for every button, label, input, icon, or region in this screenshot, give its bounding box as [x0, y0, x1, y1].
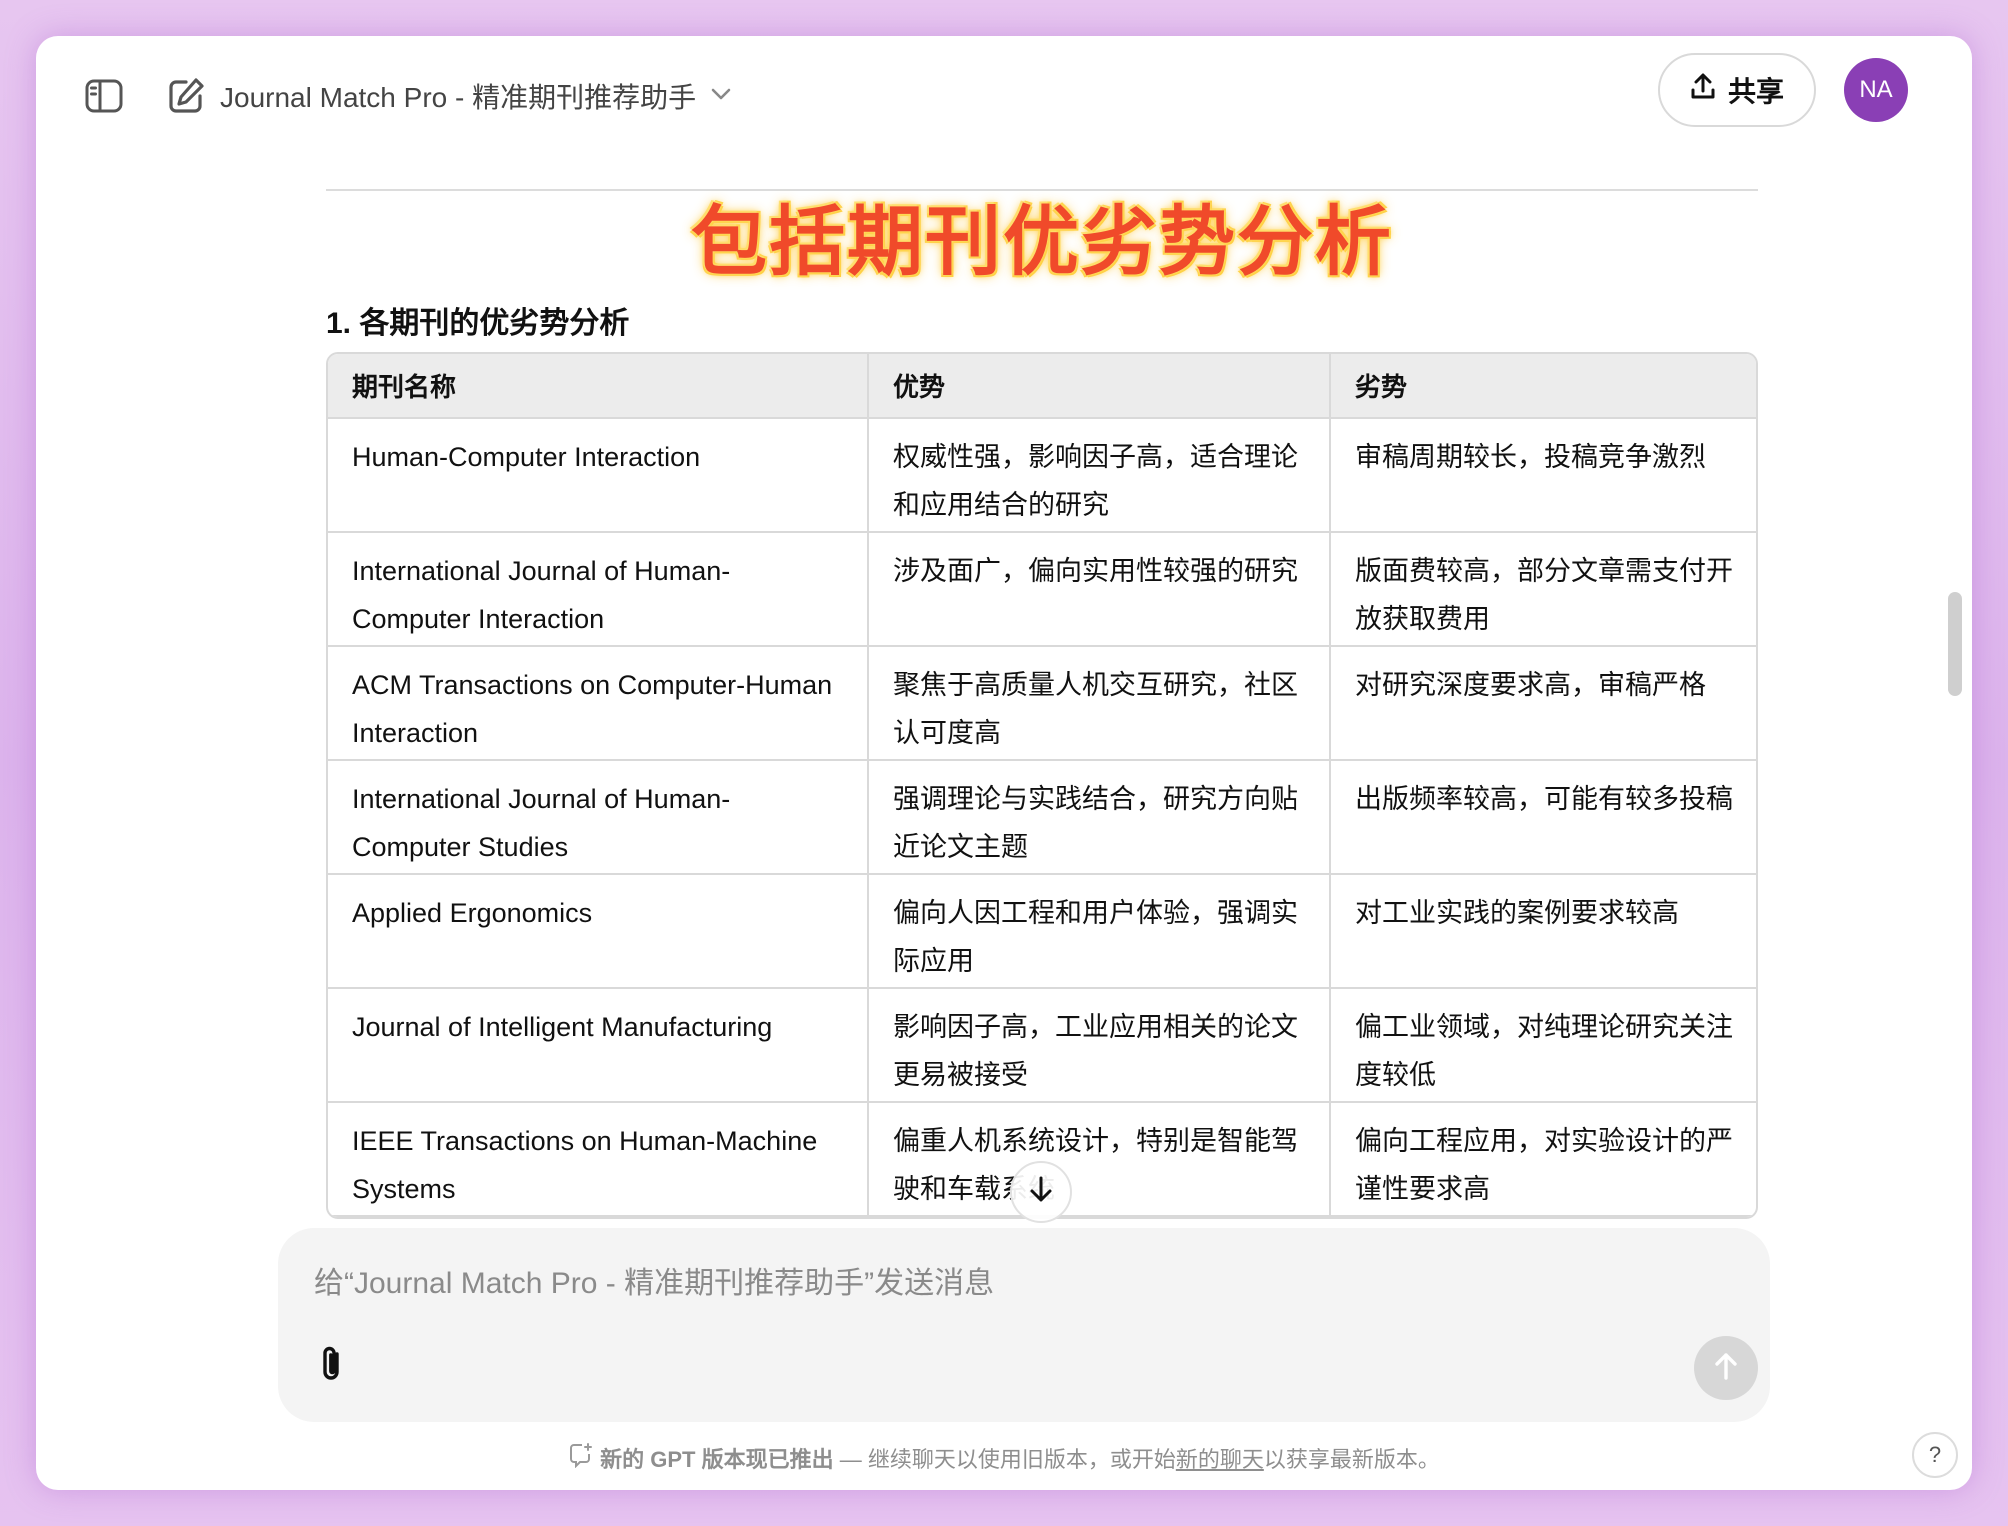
sparkle-chat-icon [568, 1442, 594, 1474]
cell-journal-name: ACM Transactions on Computer-Human Inter… [328, 646, 869, 761]
cell-advantages: 强调理论与实践结合，研究方向贴近论文主题 [868, 760, 1331, 875]
scroll-to-bottom-button[interactable] [1010, 1161, 1072, 1223]
scrollbar-thumb[interactable] [1948, 592, 1962, 696]
message-input[interactable]: 给“Journal Match Pro - 精准期刊推荐助手”发送消息 [314, 1258, 994, 1302]
cell-disadvantages: 对研究深度要求高，审稿严格 [1330, 646, 1756, 761]
help-button[interactable]: ? [1912, 1432, 1958, 1478]
cell-advantages: 偏向人因工程和用户体验，强调实际应用 [868, 874, 1331, 989]
share-button[interactable]: 共享 [1658, 53, 1816, 127]
send-button[interactable] [1694, 1336, 1758, 1400]
cell-journal-name: International Journal of Human-Computer … [328, 760, 869, 875]
header-advantages: 优势 [868, 354, 1331, 419]
message-composer[interactable]: 给“Journal Match Pro - 精准期刊推荐助手”发送消息 [278, 1228, 1770, 1422]
banner-overlay-text: 包括期刊优劣势分析 [691, 200, 1393, 285]
table-row: Applied Ergonomics 偏向人因工程和用户体验，强调实际应用 对工… [328, 874, 1756, 989]
section-heading: 1. 各期刊的优劣势分析 [326, 307, 630, 340]
app-window: Journal Match Pro - 精准期刊推荐助手 共享 NA 包括期刊优… [36, 36, 1972, 1490]
table-row: International Journal of Human-Computer … [328, 532, 1756, 647]
header-journal-name: 期刊名称 [328, 354, 869, 419]
cell-advantages: 影响因子高，工业应用相关的论文更易被接受 [868, 988, 1331, 1103]
cell-journal-name: International Journal of Human-Computer … [328, 532, 869, 647]
notice-text: — 继续聊天以使用旧版本，或开始 [833, 1447, 1176, 1472]
table-row: ACM Transactions on Computer-Human Inter… [328, 646, 1756, 761]
table-row: Journal of Intelligent Manufacturing 影响因… [328, 988, 1756, 1103]
cell-disadvantages: 偏工业领域，对纯理论研究关注度较低 [1330, 988, 1756, 1103]
cell-journal-name: Journal of Intelligent Manufacturing [328, 988, 869, 1103]
notice-bold: 新的 GPT 版本现已推出 [600, 1447, 834, 1472]
table-header-row: 期刊名称 优势 劣势 [328, 354, 1756, 419]
cell-advantages: 涉及面广，偏向实用性较强的研究 [868, 532, 1331, 647]
upload-icon [1690, 73, 1716, 108]
version-notice: 新的 GPT 版本现已推出 — 继续聊天以使用旧版本，或开始新的聊天以获享最新版… [36, 1442, 1972, 1474]
new-chat-link[interactable]: 新的聊天 [1176, 1447, 1264, 1472]
chevron-down-icon [710, 87, 732, 106]
notice-text-end: 以获享最新版本。 [1263, 1447, 1440, 1472]
arrow-down-icon [1027, 1175, 1055, 1210]
cell-journal-name: Applied Ergonomics [328, 874, 869, 989]
header: Journal Match Pro - 精准期刊推荐助手 共享 NA [36, 36, 1972, 146]
cell-journal-name: IEEE Transactions on Human-Machine Syste… [328, 1102, 869, 1217]
cell-advantages: 聚焦于高质量人机交互研究，社区认可度高 [868, 646, 1331, 761]
cell-disadvantages: 版面费较高，部分文章需支付开放获取费用 [1330, 532, 1756, 647]
cell-disadvantages: 对工业实践的案例要求较高 [1330, 874, 1756, 989]
cell-disadvantages: 出版频率较高，可能有较多投稿 [1330, 760, 1756, 875]
cell-disadvantages: 审稿周期较长，投稿竞争激烈 [1330, 418, 1756, 533]
sidebar-toggle-icon[interactable] [74, 66, 134, 126]
cell-advantages: 权威性强，影响因子高，适合理论和应用结合的研究 [868, 418, 1331, 533]
arrow-up-icon [1711, 1350, 1741, 1387]
header-disadvantages: 劣势 [1330, 354, 1756, 419]
journal-table: 期刊名称 优势 劣势 Human-Computer Interaction 权威… [326, 352, 1758, 1219]
cell-disadvantages: 偏向工程应用，对实验设计的严谨性要求高 [1330, 1102, 1756, 1217]
model-selector[interactable]: Journal Match Pro - 精准期刊推荐助手 [220, 66, 732, 126]
avatar[interactable]: NA [1844, 58, 1908, 122]
share-label: 共享 [1727, 76, 1784, 107]
paperclip-icon[interactable] [308, 1340, 356, 1388]
new-chat-icon[interactable] [156, 66, 216, 126]
table-row: International Journal of Human-Computer … [328, 760, 1756, 875]
cell-journal-name: Human-Computer Interaction [328, 418, 869, 533]
table-row: Human-Computer Interaction 权威性强，影响因子高，适合… [328, 418, 1756, 533]
cell-advantages: 偏重人机系统设计，特别是智能驾驶和车载系统 [868, 1102, 1331, 1217]
page-title: Journal Match Pro - 精准期刊推荐助手 [220, 82, 697, 113]
